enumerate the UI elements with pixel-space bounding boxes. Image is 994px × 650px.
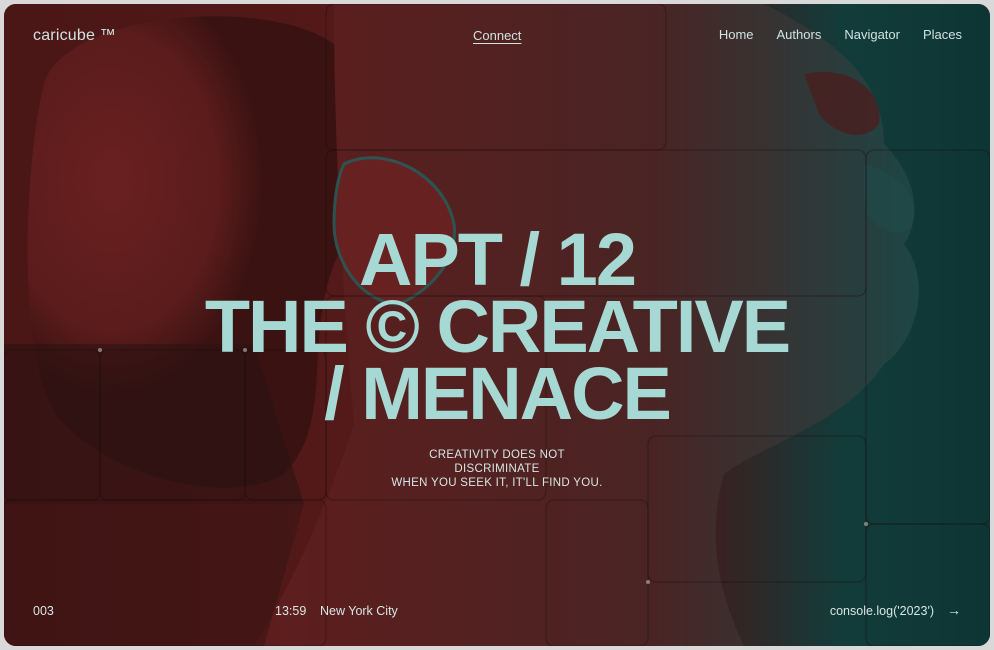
- hero-tagline: CREATIVITY DOES NOT DISCRIMINATE WHEN YO…: [4, 448, 990, 490]
- nav-item-home[interactable]: Home: [719, 27, 754, 42]
- tagline-line-2: DISCRIMINATE: [454, 463, 540, 475]
- slide-counter: 003: [33, 604, 54, 618]
- console-link[interactable]: console.log('2023'): [830, 604, 934, 618]
- tagline-line-3: WHEN YOU SEEK IT, IT'LL FIND YOU.: [391, 477, 603, 489]
- hero-line-2: THE © CREATIVE: [204, 285, 791, 368]
- brand-logo[interactable]: caricube ™: [33, 27, 116, 45]
- bottom-footer: 003 13:59 New York City console.log('202…: [4, 586, 990, 646]
- arrow-right-icon[interactable]: →: [947, 602, 961, 618]
- hero-title: APT / 12 THE © CREATIVE / MENACE: [4, 218, 990, 435]
- nav-item-places[interactable]: Places: [923, 27, 962, 42]
- connect-link[interactable]: Connect: [473, 28, 521, 43]
- top-header: caricube ™ Connect Home Authors Navigato…: [4, 4, 990, 68]
- nav-item-authors[interactable]: Authors: [777, 27, 822, 42]
- hero-line-1: APT / 12: [359, 218, 637, 301]
- nav-item-navigator[interactable]: Navigator: [844, 27, 900, 42]
- hero-line-3: / MENACE: [324, 352, 672, 435]
- main-nav: Home Authors Navigator Places: [719, 27, 962, 42]
- tagline-line-1: CREATIVITY DOES NOT: [429, 449, 565, 461]
- local-time: 13:59: [275, 604, 307, 618]
- city-label: New York City: [320, 604, 398, 618]
- page-frame: caricube ™ Connect Home Authors Navigato…: [4, 4, 990, 646]
